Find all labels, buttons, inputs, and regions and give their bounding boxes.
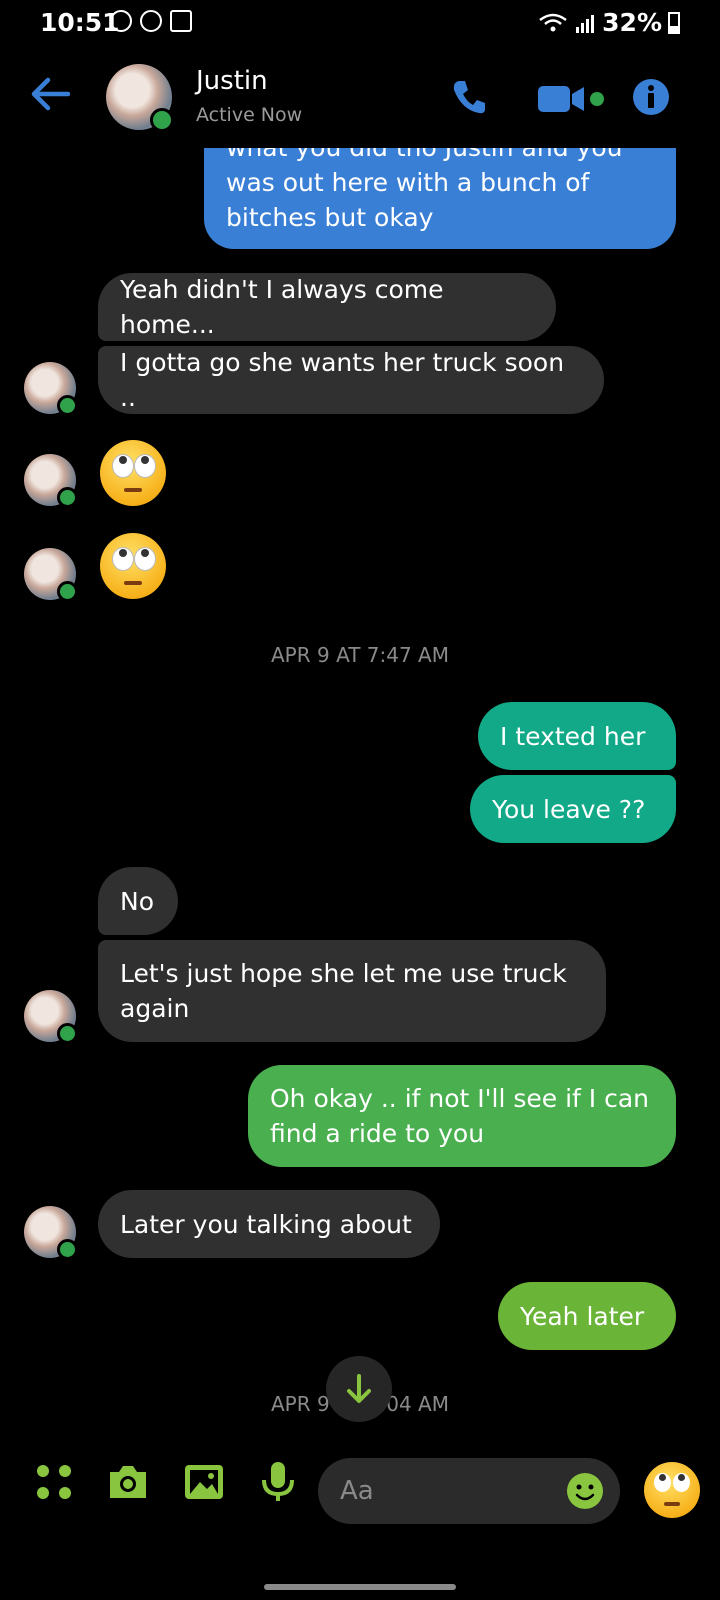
home-indicator[interactable] bbox=[264, 1584, 456, 1590]
back-arrow-icon[interactable] bbox=[30, 76, 70, 112]
sender-avatar[interactable] bbox=[24, 548, 78, 602]
incoming-message[interactable]: Let's just hope she let me use truck aga… bbox=[98, 940, 606, 1042]
chat-header: Justin Active Now bbox=[0, 44, 720, 148]
incoming-message[interactable]: Later you talking about bbox=[98, 1190, 440, 1258]
outgoing-message[interactable]: I texted her bbox=[478, 702, 676, 770]
online-indicator bbox=[57, 581, 78, 602]
online-indicator bbox=[57, 395, 78, 416]
sender-avatar[interactable] bbox=[24, 454, 78, 508]
message-line: again bbox=[120, 994, 190, 1023]
microphone-icon[interactable] bbox=[256, 1460, 300, 1504]
scroll-to-bottom-button[interactable] bbox=[326, 1356, 392, 1422]
online-indicator bbox=[57, 487, 78, 508]
sender-avatar[interactable] bbox=[24, 990, 78, 1044]
online-indicator bbox=[57, 1239, 78, 1260]
message-text: I texted her bbox=[500, 721, 646, 751]
emoji-picker-icon[interactable] bbox=[566, 1472, 604, 1510]
outgoing-message[interactable]: You leave ?? bbox=[470, 775, 676, 843]
quick-reaction-emoji-button[interactable] bbox=[644, 1462, 700, 1518]
messenger-icon bbox=[110, 10, 132, 32]
eye-roll-emoji[interactable] bbox=[100, 440, 166, 506]
status-bar: 10:51 32% bbox=[0, 0, 720, 44]
incoming-message[interactable]: No bbox=[98, 867, 178, 935]
message-line: Let's just hope she let me use truck bbox=[120, 959, 567, 988]
outgoing-message[interactable]: Oh okay .. if not I'll see if I can find… bbox=[248, 1065, 676, 1167]
video-active-dot bbox=[590, 92, 604, 106]
wifi-icon bbox=[539, 13, 567, 31]
video-call-icon[interactable] bbox=[538, 84, 586, 114]
message-text: Yeah later bbox=[520, 1301, 645, 1331]
message-line: find a ride to you bbox=[270, 1119, 485, 1148]
message-text: No bbox=[120, 886, 154, 916]
contact-status: Active Now bbox=[196, 104, 303, 126]
apps-grid-icon[interactable] bbox=[32, 1460, 76, 1504]
battery-icon bbox=[668, 11, 680, 34]
arrow-down-icon bbox=[347, 1374, 371, 1403]
battery-percent: 32% bbox=[602, 8, 662, 37]
incoming-message[interactable]: I gotta go she wants her truck soon .. bbox=[98, 346, 604, 414]
message-line: Oh okay .. if not I'll see if I can bbox=[270, 1084, 650, 1113]
online-indicator bbox=[57, 1023, 78, 1044]
message-text: I gotta go she wants her truck soon .. bbox=[120, 348, 565, 412]
gallery-icon[interactable] bbox=[182, 1460, 226, 1504]
message-composer bbox=[0, 1440, 720, 1540]
sender-avatar[interactable] bbox=[24, 1206, 78, 1260]
timestamp-divider: APR 9 AT 7:47 AM bbox=[271, 643, 449, 667]
online-indicator bbox=[150, 108, 174, 132]
message-text: Later you talking about bbox=[120, 1209, 412, 1239]
camera-icon[interactable] bbox=[106, 1460, 150, 1504]
status-right: 32% bbox=[538, 8, 680, 37]
incoming-message[interactable]: Yeah didn't I always come home... bbox=[98, 273, 556, 341]
info-icon[interactable] bbox=[632, 78, 670, 116]
messenger-icon bbox=[140, 10, 162, 32]
eye-roll-emoji[interactable] bbox=[100, 533, 166, 599]
sender-avatar[interactable] bbox=[24, 362, 78, 416]
message-text: You leave ?? bbox=[492, 794, 646, 824]
signal-icon bbox=[576, 14, 595, 33]
message-line: was out here with a bunch of bbox=[226, 168, 590, 197]
notification-icons bbox=[110, 10, 192, 32]
message-text: Yeah didn't I always come home... bbox=[120, 275, 444, 339]
outgoing-message[interactable]: Yeah later bbox=[498, 1282, 676, 1350]
message-line: bitches but okay bbox=[226, 203, 434, 232]
contact-name[interactable]: Justin bbox=[196, 66, 268, 96]
gallery-icon bbox=[170, 10, 192, 32]
phone-call-icon[interactable] bbox=[450, 78, 488, 116]
status-time: 10:51 bbox=[40, 8, 120, 37]
